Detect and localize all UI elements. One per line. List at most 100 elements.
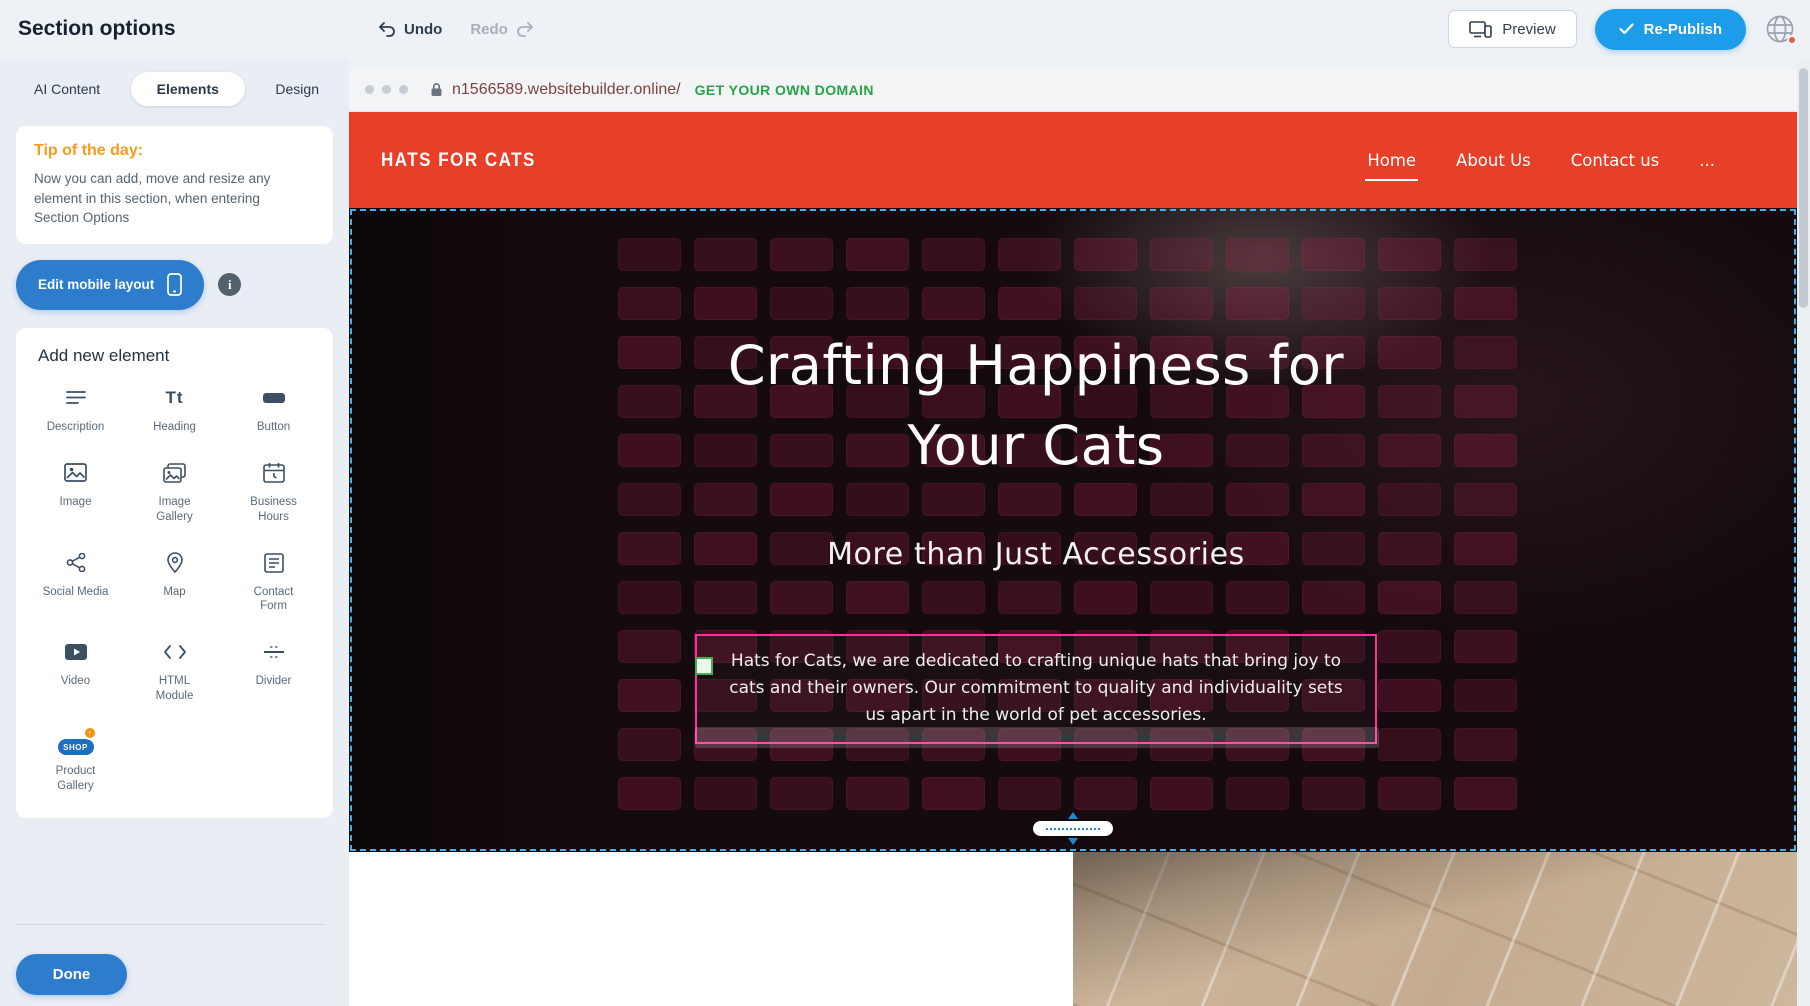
language-globe-button[interactable]: [1764, 13, 1796, 45]
element-label: Business Hours: [241, 495, 307, 525]
undo-label: Undo: [404, 21, 442, 38]
site-url: n1566589.websitebuilder.online/: [452, 81, 681, 99]
tab-design[interactable]: Design: [271, 72, 323, 106]
done-button[interactable]: Done: [16, 954, 127, 995]
window-dot: [382, 85, 391, 94]
element-html-module[interactable]: HTML Module: [125, 638, 224, 704]
image-icon: [64, 459, 87, 487]
element-label: Video: [61, 674, 90, 689]
hero-subheading[interactable]: More than Just Accessories: [636, 537, 1436, 572]
hero-heading[interactable]: Crafting Happiness for Your Cats: [636, 326, 1436, 486]
topbar-actions: Preview Re-Publish: [1448, 0, 1796, 58]
tip-body: Now you can add, move and resize any ele…: [34, 169, 304, 228]
contact-form-icon: [264, 549, 284, 577]
edit-mobile-layout-button[interactable]: Edit mobile layout: [16, 260, 204, 310]
element-grid: Description Tt Heading Button Ima: [26, 384, 323, 794]
element-contact-form[interactable]: Contact Form: [224, 549, 323, 615]
window-dot: [399, 85, 408, 94]
nav-contact-us[interactable]: Contact us: [1571, 151, 1660, 170]
info-icon[interactable]: i: [218, 273, 241, 296]
element-label: Description: [47, 420, 105, 435]
element-business-hours[interactable]: Business Hours: [224, 459, 323, 525]
undo-button[interactable]: Undo: [378, 21, 442, 38]
devices-icon: [1469, 21, 1492, 38]
element-image-gallery[interactable]: Image Gallery: [125, 459, 224, 525]
description-icon: [65, 384, 87, 412]
browser-bar: n1566589.websitebuilder.online/ GET YOUR…: [349, 68, 1797, 112]
drag-handle-pill: [1033, 821, 1113, 836]
upgrade-arrow-icon: ↑: [83, 726, 97, 740]
mobile-layout-row: Edit mobile layout i: [16, 260, 333, 310]
scrollbar-thumb[interactable]: [1799, 68, 1808, 308]
preview-button[interactable]: Preview: [1448, 10, 1576, 48]
hero-section[interactable]: Crafting Happiness for Your Cats More th…: [349, 208, 1797, 852]
add-element-card: Add new element Description Tt Heading: [16, 328, 333, 818]
element-label: Product Gallery: [43, 764, 109, 794]
section-height-drag-handle[interactable]: [1033, 812, 1113, 845]
hero-paragraph: Hats for Cats, we are dedicated to craft…: [721, 648, 1351, 730]
get-domain-link[interactable]: GET YOUR OWN DOMAIN: [695, 82, 874, 98]
edit-mobile-label: Edit mobile layout: [38, 277, 154, 292]
social-media-icon: [66, 549, 86, 577]
sidebar-tabs: AI Content Elements Design: [0, 58, 349, 110]
code-icon: [163, 638, 187, 666]
page-scrollbar: [1797, 58, 1810, 1006]
nav-more-menu[interactable]: ...: [1699, 151, 1715, 170]
nav-home[interactable]: Home: [1367, 151, 1416, 170]
element-label: Contact Form: [241, 585, 307, 615]
sidebar-divider: [16, 924, 325, 925]
undo-redo-group: Undo Redo: [378, 0, 534, 58]
add-element-title: Add new element: [38, 346, 323, 366]
hero-overlay-bar: [695, 727, 1379, 748]
site-logo: HATS FOR CATS: [381, 149, 536, 172]
element-description[interactable]: Description: [26, 384, 125, 435]
arrow-up-icon: [1067, 812, 1079, 820]
image-gallery-icon: [163, 459, 186, 487]
tab-elements[interactable]: Elements: [131, 72, 245, 106]
undo-icon: [378, 22, 396, 37]
republish-button[interactable]: Re-Publish: [1595, 9, 1746, 50]
element-label: Image: [60, 495, 92, 510]
element-image[interactable]: Image: [26, 459, 125, 525]
hero-heading-line1: Crafting Happiness for: [636, 326, 1436, 406]
redo-label: Redo: [470, 21, 508, 38]
element-button[interactable]: Button: [224, 384, 323, 435]
nav-about-us[interactable]: About Us: [1456, 151, 1531, 170]
sidebar: AI Content Elements Design Tip of the da…: [0, 58, 349, 1006]
republish-label: Re-Publish: [1644, 21, 1722, 38]
element-label: Social Media: [43, 585, 109, 600]
element-heading[interactable]: Tt Heading: [125, 384, 224, 435]
redo-button[interactable]: Redo: [470, 21, 534, 38]
tab-ai-content[interactable]: AI Content: [30, 72, 104, 106]
element-label: Map: [163, 585, 185, 600]
main-preview-area: n1566589.websitebuilder.online/ GET YOUR…: [349, 58, 1797, 1006]
map-pin-icon: [166, 549, 184, 577]
element-map[interactable]: Map: [125, 549, 224, 615]
element-video[interactable]: Video: [26, 638, 125, 704]
window-control-dots: [365, 85, 408, 94]
site-header: HATS FOR CATS Home About Us Contact us .…: [349, 112, 1797, 208]
tip-title: Tip of the day:: [34, 142, 315, 160]
business-hours-icon: [263, 459, 285, 487]
divider-icon: [263, 638, 285, 666]
lock-icon: [430, 82, 443, 97]
browser-window: n1566589.websitebuilder.online/ GET YOUR…: [349, 68, 1797, 1006]
site-nav: Home About Us Contact us ...: [1367, 151, 1765, 170]
notification-dot: [1787, 35, 1797, 45]
tip-of-the-day-card: Tip of the day: Now you can add, move an…: [16, 126, 333, 244]
element-label: Divider: [256, 674, 292, 689]
element-label: Heading: [153, 420, 196, 435]
element-divider[interactable]: Divider: [224, 638, 323, 704]
topbar: Section options Undo Redo Preview: [0, 0, 1810, 58]
element-resize-handle[interactable]: [695, 657, 713, 675]
hero-heading-line2: Your Cats: [636, 406, 1436, 486]
smartphone-icon: [167, 273, 182, 296]
heading-icon: Tt: [165, 384, 183, 412]
window-dot: [365, 85, 374, 94]
element-social-media[interactable]: Social Media: [26, 549, 125, 615]
element-product-gallery[interactable]: SHOP ↑ Product Gallery: [26, 728, 125, 794]
preview-label: Preview: [1502, 21, 1555, 38]
element-label: HTML Module: [142, 674, 208, 704]
next-section[interactable]: [349, 852, 1797, 1006]
element-label: Image Gallery: [142, 495, 208, 525]
